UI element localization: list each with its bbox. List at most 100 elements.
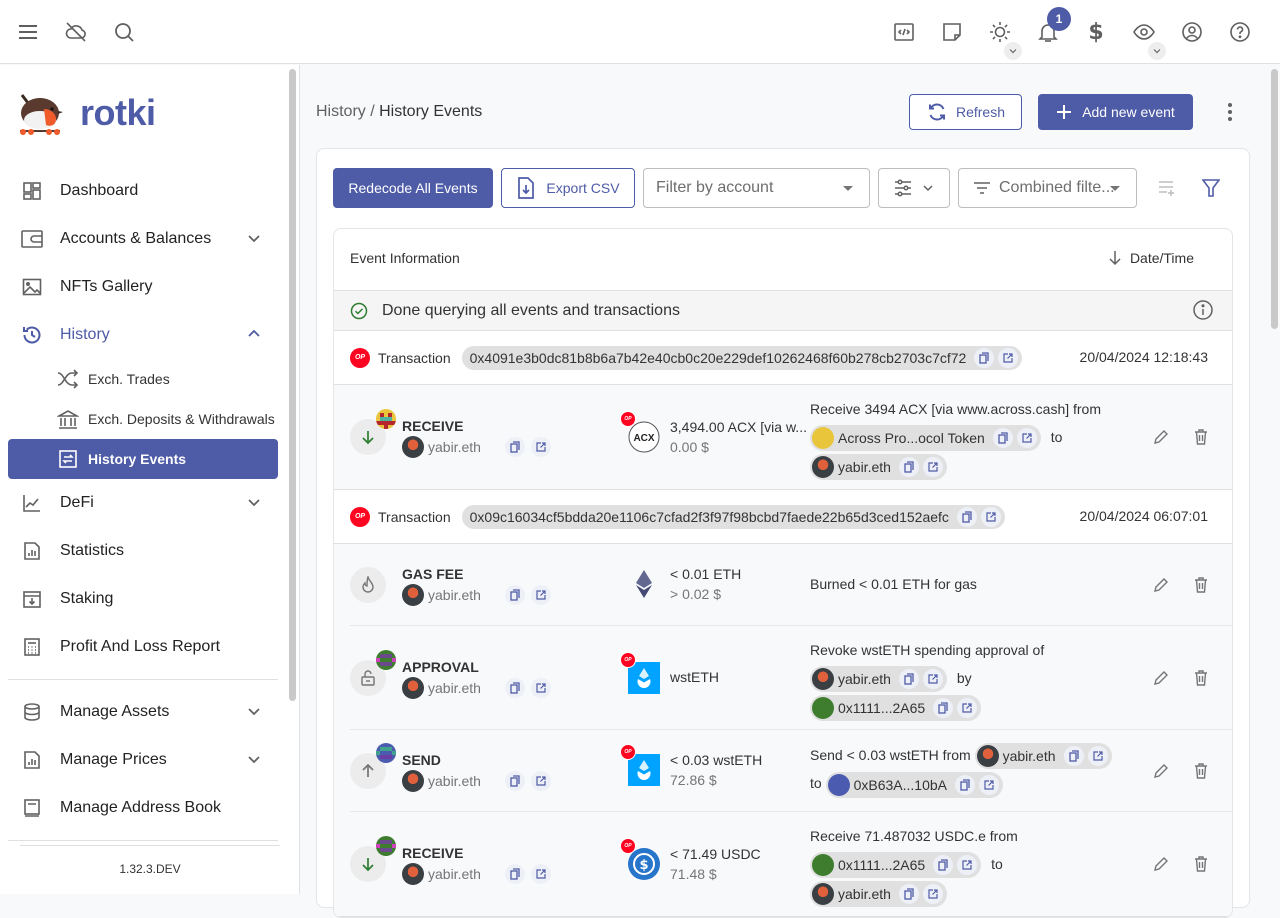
help-icon[interactable] xyxy=(1216,8,1264,56)
external-link-icon[interactable] xyxy=(1016,428,1037,449)
sidebar-item-dashboard[interactable]: Dashboard xyxy=(8,167,278,215)
privacy-chevron-down-icon[interactable] xyxy=(1148,42,1166,60)
address-chip-label[interactable]: 0x1111...2A65 xyxy=(838,852,925,878)
chevron-down-icon[interactable] xyxy=(244,228,264,248)
external-link-icon[interactable] xyxy=(530,585,551,605)
optimism-chain-icon: OP xyxy=(620,411,636,427)
account-icon[interactable] xyxy=(1168,8,1216,56)
edit-icon[interactable] xyxy=(1152,855,1170,873)
delete-icon[interactable] xyxy=(1192,669,1210,687)
copy-icon[interactable] xyxy=(898,669,919,690)
external-link-icon[interactable] xyxy=(980,506,1001,527)
filter-icon[interactable] xyxy=(1199,176,1223,200)
address-chip-label[interactable]: yabir.eth xyxy=(1003,743,1056,769)
address-chip-label[interactable]: 0x1111...2A65 xyxy=(838,695,925,721)
delete-icon[interactable] xyxy=(1192,576,1210,594)
notification-icon[interactable]: 1 xyxy=(1024,7,1072,56)
external-link-icon[interactable] xyxy=(957,855,978,876)
sidebar-item-statistics[interactable]: Statistics xyxy=(8,527,278,575)
sidebar-item-history[interactable]: History xyxy=(8,311,278,359)
copy-icon[interactable] xyxy=(992,428,1013,449)
copy-icon[interactable] xyxy=(504,771,525,791)
address-chip-label[interactable]: 0xB63A...10bA xyxy=(854,772,947,798)
copy-icon[interactable] xyxy=(504,678,525,698)
sidebar-item-exch-trades[interactable]: Exch. Trades xyxy=(8,359,278,399)
code-icon[interactable] xyxy=(880,8,928,56)
avatar xyxy=(812,668,834,691)
copy-icon[interactable] xyxy=(504,864,525,884)
brand[interactable]: rotki xyxy=(0,65,299,161)
chevron-down-icon[interactable] xyxy=(244,492,264,512)
sidebar-item-history-events[interactable]: History Events xyxy=(8,439,278,479)
copy-icon[interactable] xyxy=(974,347,995,368)
address-chip: Across Pro...ocol Token xyxy=(810,425,1041,452)
edit-icon[interactable] xyxy=(1152,576,1170,594)
edit-icon[interactable] xyxy=(1152,669,1170,687)
breadcrumb-parent[interactable]: History xyxy=(316,103,366,120)
sidebar-item-manage-address-book[interactable]: Manage Address Book xyxy=(8,784,278,832)
sidebar-item-manage-assets[interactable]: Manage Assets xyxy=(8,688,278,736)
external-link-icon[interactable] xyxy=(978,774,999,795)
address-chip-label[interactable]: yabir.eth xyxy=(838,454,891,480)
more-options-icon[interactable] xyxy=(1218,100,1242,124)
external-link-icon[interactable] xyxy=(922,456,943,477)
copy-icon[interactable] xyxy=(954,774,975,795)
combined-filter-input[interactable]: Combined filte... xyxy=(958,168,1137,208)
address-chip-label[interactable]: yabir.eth xyxy=(838,666,891,692)
external-link-icon[interactable] xyxy=(530,437,551,457)
info-icon[interactable] xyxy=(1192,299,1214,321)
copy-icon[interactable] xyxy=(504,437,525,457)
filter-by-account-select[interactable]: Filter by account xyxy=(643,168,870,208)
sidebar-item-profit-loss-report[interactable]: Profit And Loss Report xyxy=(8,623,278,671)
sidebar-item-exch-deposits-withdrawals[interactable]: Exch. Deposits & Withdrawals xyxy=(8,399,278,439)
external-link-icon[interactable] xyxy=(922,669,943,690)
chevron-up-icon[interactable] xyxy=(244,324,264,344)
edit-icon[interactable] xyxy=(1152,762,1170,780)
copy-icon[interactable] xyxy=(933,855,954,876)
sidebar-item-manage-prices[interactable]: Manage Prices xyxy=(8,736,278,784)
export-csv-button[interactable]: Export CSV xyxy=(501,168,635,208)
add-new-event-button[interactable]: Add new event xyxy=(1038,94,1193,130)
menu-icon[interactable] xyxy=(4,8,52,56)
sidebar-item-accounts-balances[interactable]: Accounts & Balances xyxy=(8,215,278,263)
sidebar-item-nfts-gallery[interactable]: NFTs Gallery xyxy=(8,263,278,311)
note-icon[interactable] xyxy=(928,8,976,56)
copy-icon[interactable] xyxy=(898,456,919,477)
copy-icon[interactable] xyxy=(956,506,977,527)
event-note-text: to xyxy=(991,856,1003,872)
copy-icon[interactable] xyxy=(933,697,954,718)
chevron-down-icon[interactable] xyxy=(244,701,264,721)
sidebar-item-defi[interactable]: DeFi xyxy=(8,479,278,527)
chevron-down-icon[interactable] xyxy=(244,749,264,769)
sidebar-item-staking[interactable]: Staking xyxy=(8,575,278,623)
search-icon[interactable] xyxy=(100,8,148,56)
external-link-icon[interactable] xyxy=(530,678,551,698)
event-note-text: to xyxy=(810,775,822,792)
cloud-off-icon[interactable] xyxy=(52,8,100,56)
external-link-icon[interactable] xyxy=(530,864,551,884)
external-link-icon[interactable] xyxy=(957,697,978,718)
delete-icon[interactable] xyxy=(1192,428,1210,446)
event-settings-menu[interactable] xyxy=(878,168,950,208)
refresh-button[interactable]: Refresh xyxy=(909,94,1022,130)
delete-icon[interactable] xyxy=(1192,762,1210,780)
delete-icon[interactable] xyxy=(1192,855,1210,873)
address-chip-label[interactable]: Across Pro...ocol Token xyxy=(838,425,985,451)
sidebar-scrollbar[interactable] xyxy=(289,69,296,701)
main-scrollbar[interactable] xyxy=(1271,69,1278,329)
theme-chevron-down-icon[interactable] xyxy=(1004,42,1022,60)
external-link-icon[interactable] xyxy=(998,347,1019,368)
external-link-icon[interactable] xyxy=(530,771,551,791)
copy-icon[interactable] xyxy=(504,585,525,605)
privacy-icon[interactable] xyxy=(1120,8,1168,60)
copy-icon[interactable] xyxy=(1063,746,1084,767)
theme-icon[interactable] xyxy=(976,8,1024,60)
currency-icon[interactable]: $ xyxy=(1072,8,1120,56)
event-account-name: yabir.eth xyxy=(428,773,481,789)
external-link-icon[interactable] xyxy=(1087,746,1108,767)
svg-text:ACX: ACX xyxy=(633,433,654,444)
redecode-all-events-button[interactable]: Redecode All Events xyxy=(333,168,493,208)
edit-icon[interactable] xyxy=(1152,428,1170,446)
playlist-add-icon[interactable] xyxy=(1155,176,1179,200)
column-date-time[interactable]: Date/Time xyxy=(1108,250,1194,266)
